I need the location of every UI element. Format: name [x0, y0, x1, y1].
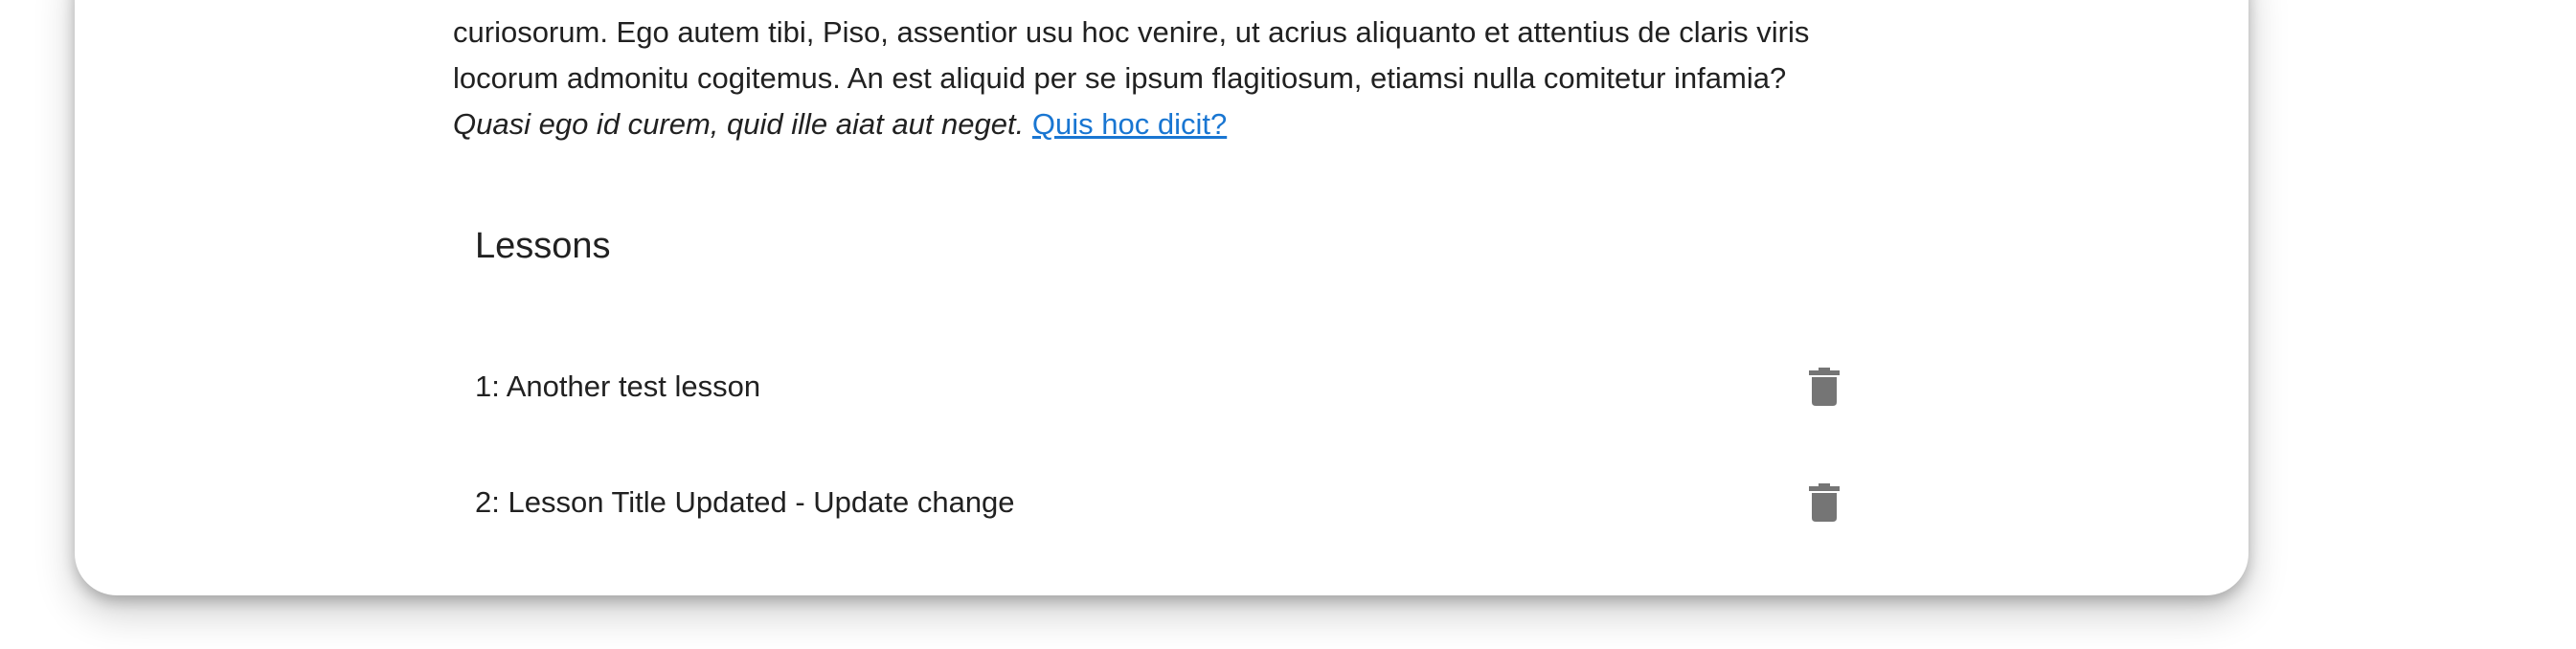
description-link[interactable]: Quis hoc dicit?: [1032, 107, 1227, 141]
description-italic-text: Quasi ego id curem, quid ille aiat aut n…: [453, 107, 1025, 141]
trash-icon: [1809, 368, 1840, 406]
description-paragraph: curiosorum. Ego autem tibi, Piso, assent…: [453, 10, 1889, 147]
description-line: curiosorum. Ego autem tibi, Piso, assent…: [453, 15, 1810, 49]
lesson-label: 1: Another test lesson: [475, 369, 761, 403]
trash-icon: [1809, 483, 1840, 522]
lessons-heading: Lessons: [475, 226, 611, 266]
lesson-label: 2: Lesson Title Updated - Update change: [475, 485, 1015, 519]
lesson-item[interactable]: 2: Lesson Title Updated - Update change: [453, 457, 1851, 548]
delete-lesson-button[interactable]: [1797, 476, 1851, 529]
description-line: Quasi ego id curem, quid ille aiat aut n…: [453, 101, 1889, 147]
delete-lesson-button[interactable]: [1797, 360, 1851, 414]
lesson-item[interactable]: 1: Another test lesson: [453, 341, 1851, 433]
description-line: locorum admonitu cogitemus. An est aliqu…: [453, 61, 1787, 95]
course-description: curiosorum. Ego autem tibi, Piso, assent…: [453, 10, 1889, 147]
